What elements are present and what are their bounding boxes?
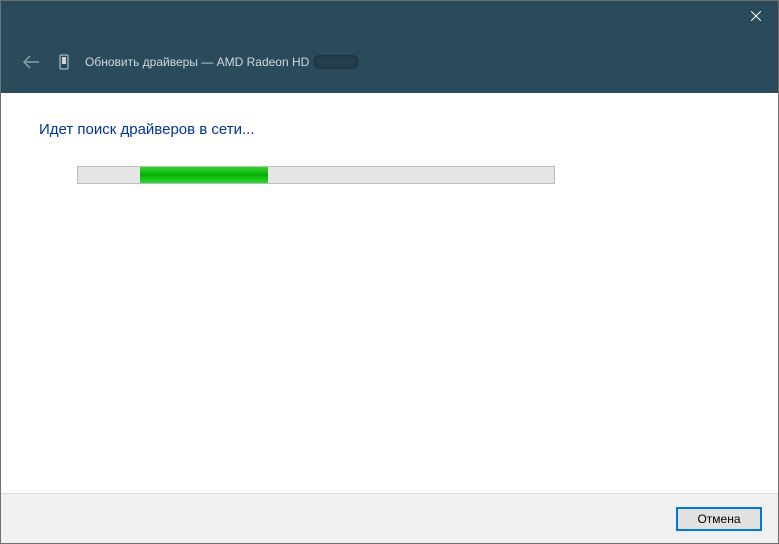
status-text: Идет поиск драйверов в сети... xyxy=(39,121,740,138)
close-icon xyxy=(751,11,761,21)
header-bar: Обновить драйверы — AMD Radeon HD xyxy=(1,31,778,93)
close-button[interactable] xyxy=(733,1,778,31)
redacted-text xyxy=(313,55,359,69)
device-icon xyxy=(57,53,71,71)
cancel-button-label: Отмена xyxy=(697,512,740,526)
content-area: Идет поиск драйверов в сети... xyxy=(1,93,778,493)
footer-bar: Отмена xyxy=(1,493,778,543)
cancel-button[interactable]: Отмена xyxy=(676,507,762,531)
back-button[interactable] xyxy=(19,50,43,74)
progress-bar xyxy=(77,166,555,184)
dialog-window: Обновить драйверы — AMD Radeon HD Идет п… xyxy=(0,0,779,544)
titlebar xyxy=(1,1,778,31)
header-title: Обновить драйверы — AMD Radeon HD xyxy=(85,55,359,69)
progress-chunk xyxy=(140,167,268,183)
arrow-left-icon xyxy=(22,55,40,69)
header-title-text: Обновить драйверы — AMD Radeon HD xyxy=(85,55,309,69)
